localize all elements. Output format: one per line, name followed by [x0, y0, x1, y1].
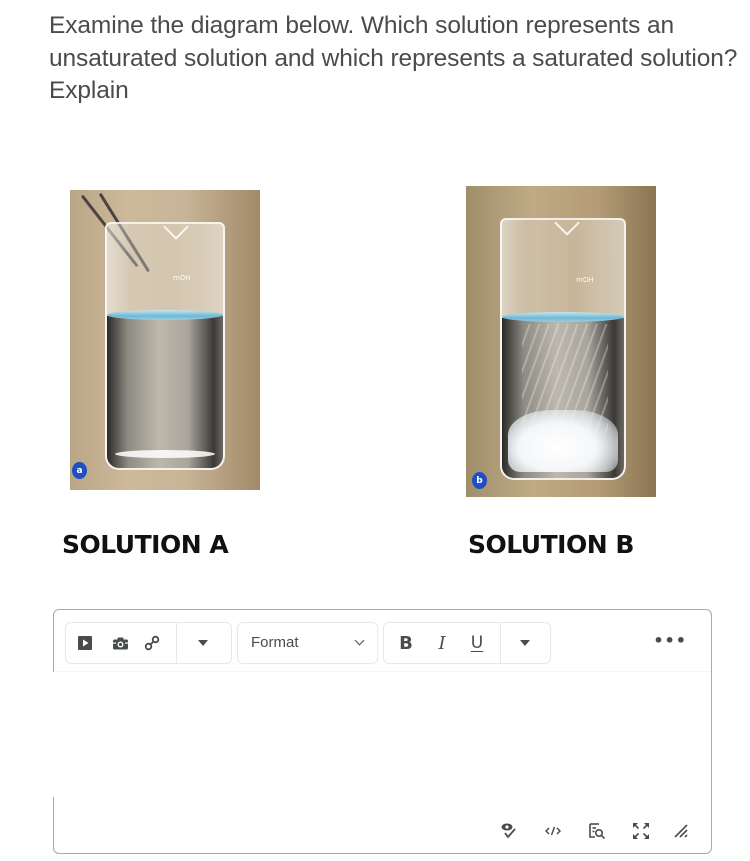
preview-icon [589, 823, 606, 840]
chevron-down-icon [354, 635, 365, 646]
beaker-photo-a: mOH a [70, 190, 260, 490]
beaker-photo-b: mOH b [466, 186, 656, 497]
camera-icon [112, 637, 128, 649]
resize-handle-icon [674, 824, 688, 838]
caret-down-icon [198, 640, 208, 646]
preview-button[interactable] [575, 817, 619, 845]
format-select[interactable]: Format [237, 622, 378, 664]
beaker: mOH [105, 214, 225, 470]
format-more-button[interactable] [501, 623, 549, 663]
insert-link-button[interactable] [136, 623, 168, 663]
link-icon [144, 635, 160, 651]
more-options-button[interactable]: ••• [653, 631, 687, 650]
source-code-icon [545, 826, 561, 836]
insert-more-button[interactable] [177, 623, 229, 663]
fullscreen-button[interactable] [619, 817, 663, 845]
editor-content-area[interactable] [55, 672, 710, 813]
underline-button[interactable]: U [458, 623, 496, 663]
liquid-surface [502, 312, 624, 322]
clear-liquid [107, 316, 223, 468]
beaker-base [115, 450, 215, 458]
accessibility-check-icon [501, 823, 516, 839]
style-group: B I U [383, 622, 551, 664]
crystal-precipitate [508, 410, 618, 472]
video-icon [78, 636, 92, 650]
resize-handle[interactable] [663, 817, 699, 845]
source-code-button[interactable] [531, 817, 575, 845]
editor-toolbar: Format B I U ••• [64, 622, 701, 665]
italic-button[interactable]: I [426, 623, 458, 663]
caption-solution-a: SOLUTION A [62, 530, 229, 559]
beaker: mOH [500, 210, 626, 480]
figure-badge-b: b [472, 472, 487, 489]
caption-solution-b: SOLUTION B [468, 530, 634, 559]
caret-down-icon [520, 640, 530, 646]
insert-group [65, 622, 232, 664]
figure-badge-a: a [72, 462, 87, 479]
insert-image-button[interactable] [104, 623, 136, 663]
format-label: Format [251, 634, 299, 651]
insert-stuff-button[interactable] [66, 623, 104, 663]
accessibility-check-button[interactable] [487, 817, 531, 845]
fullscreen-icon [633, 823, 649, 839]
editor-status-bar [487, 817, 699, 845]
liquid-surface [107, 310, 223, 320]
rich-text-editor: Format B I U ••• [52, 609, 712, 854]
bold-button[interactable]: B [386, 623, 426, 663]
graduation-mark: mOH [173, 274, 191, 282]
question-text: Examine the diagram below. Which solutio… [49, 12, 738, 104]
graduation-mark: mOH [576, 276, 594, 284]
